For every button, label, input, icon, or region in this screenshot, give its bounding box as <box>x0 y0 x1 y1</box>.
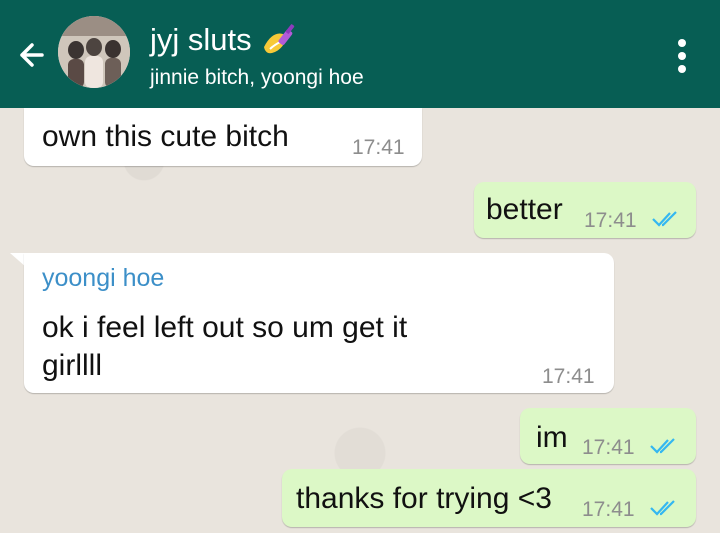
message-bubble-outgoing[interactable]: im 17:41 <box>520 408 696 464</box>
nail-polish-icon <box>263 24 294 54</box>
chat-header: jyj sluts jinnie bitch, yoongi hoe <box>0 0 720 108</box>
message-text: own this cute bitch <box>42 120 289 153</box>
more-vertical-icon <box>678 39 686 47</box>
back-button[interactable] <box>12 34 54 76</box>
message-text: better <box>486 193 563 226</box>
message-bubble-outgoing[interactable]: better 17:41 <box>474 182 696 238</box>
sender-name[interactable]: yoongi hoe <box>42 264 164 293</box>
message-time: 17:41 <box>582 498 635 521</box>
double-check-icon <box>650 438 675 454</box>
double-check-icon <box>652 211 677 227</box>
message-text: thanks for trying <3 <box>296 482 552 515</box>
message-text: im <box>536 421 568 454</box>
message-text-line: ok i feel left out so um get it <box>42 311 408 344</box>
message-time: 17:41 <box>582 436 635 459</box>
double-check-icon <box>650 500 675 516</box>
message-time: 17:41 <box>584 209 637 232</box>
message-bubble-outgoing[interactable]: thanks for trying <3 17:41 <box>282 469 696 527</box>
menu-button[interactable] <box>674 36 690 76</box>
chat-title[interactable]: jyj sluts <box>150 22 298 58</box>
message-bubble-incoming[interactable]: yoongi hoe ok i feel left out so um get … <box>24 253 614 393</box>
arrow-left-icon <box>20 43 44 67</box>
group-members[interactable]: jinnie bitch, yoongi hoe <box>150 66 364 90</box>
message-time: 17:41 <box>352 136 405 159</box>
group-name: jyj sluts <box>150 22 252 57</box>
group-avatar[interactable] <box>58 16 130 88</box>
message-bubble-incoming[interactable]: own this cute bitch 17:41 <box>24 108 422 166</box>
message-text-line: girllll <box>42 349 102 382</box>
message-time: 17:41 <box>542 365 595 388</box>
